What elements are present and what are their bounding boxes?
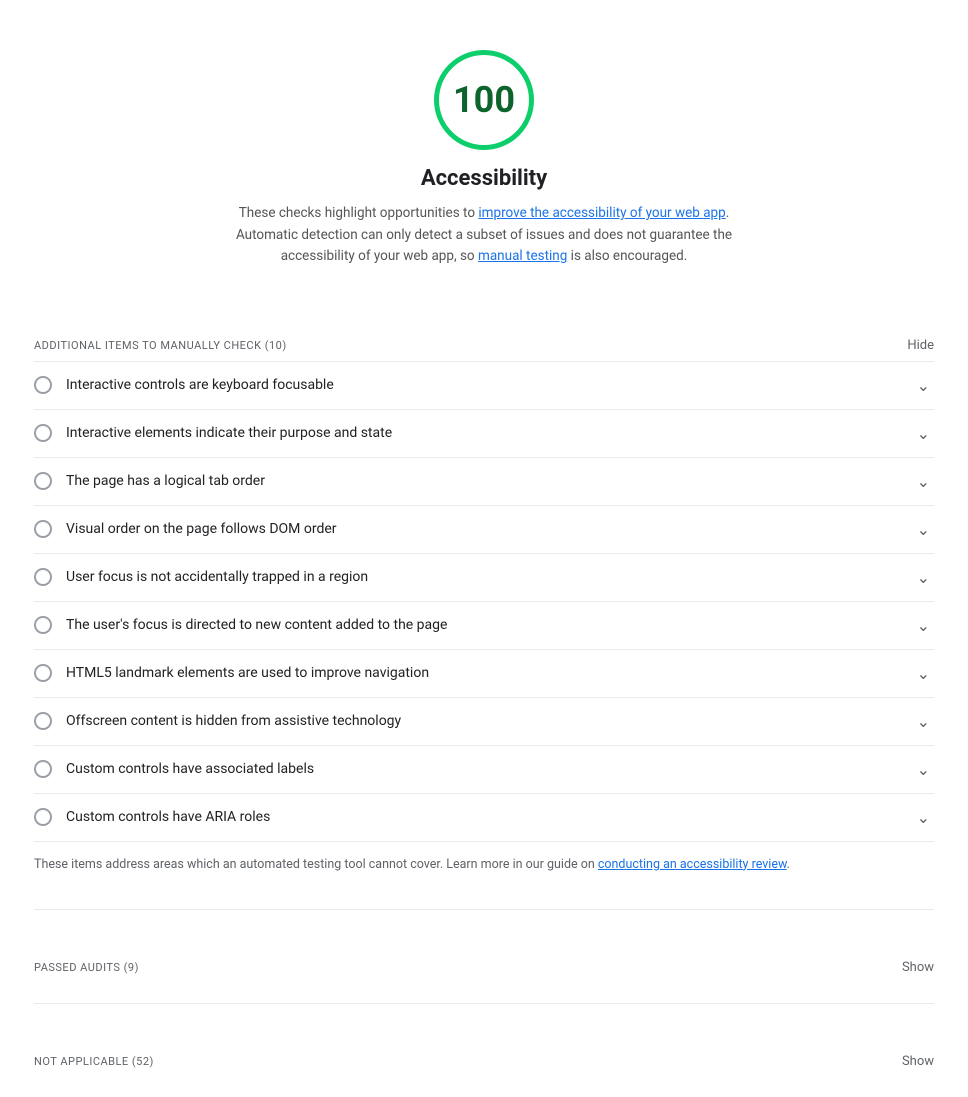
audit-item-landmark-elements[interactable]: HTML5 landmark elements are used to impr… bbox=[34, 650, 934, 698]
score-title: Accessibility bbox=[421, 166, 547, 191]
manual-check-section-header: ADDITIONAL ITEMS TO MANUALLY CHECK (10) … bbox=[34, 318, 934, 361]
audit-item-focus-new-content[interactable]: The user's focus is directed to new cont… bbox=[34, 602, 934, 650]
chevron-down-icon: ⌄ bbox=[913, 568, 934, 587]
score-value: 100 bbox=[453, 79, 515, 121]
not-applicable-title: NOT APPLICABLE (52) bbox=[34, 1055, 154, 1068]
passed-audits-title-text: PASSED AUDITS bbox=[34, 961, 120, 974]
score-section: 100 Accessibility These checks highlight… bbox=[34, 20, 934, 288]
audit-status-icon bbox=[34, 616, 52, 634]
audit-label: The page has a logical tab order bbox=[66, 473, 265, 489]
audit-status-icon bbox=[34, 712, 52, 730]
chevron-down-icon: ⌄ bbox=[913, 376, 934, 395]
not-applicable-title-text: NOT APPLICABLE bbox=[34, 1055, 129, 1068]
not-applicable-section: NOT APPLICABLE (52) Show bbox=[34, 1003, 934, 1077]
audit-label: Custom controls have associated labels bbox=[66, 761, 314, 777]
description-post: is also encouraged. bbox=[567, 248, 687, 264]
passed-audits-count: (9) bbox=[124, 961, 139, 974]
audit-status-icon bbox=[34, 424, 52, 442]
passed-audits-header: PASSED AUDITS (9) Show bbox=[34, 940, 934, 983]
audit-status-icon bbox=[34, 760, 52, 778]
chevron-down-icon: ⌄ bbox=[913, 616, 934, 635]
audit-list: Interactive controls are keyboard focusa… bbox=[34, 361, 934, 842]
chevron-down-icon: ⌄ bbox=[913, 424, 934, 443]
audit-status-icon bbox=[34, 520, 52, 538]
audit-status-icon bbox=[34, 472, 52, 490]
audit-label: Offscreen content is hidden from assisti… bbox=[66, 713, 401, 729]
audit-label: Visual order on the page follows DOM ord… bbox=[66, 521, 337, 537]
description-pre: These checks highlight opportunities to bbox=[239, 205, 479, 221]
audit-item-aria-roles[interactable]: Custom controls have ARIA roles ⌄ bbox=[34, 794, 934, 842]
audit-item-keyboard-focusable[interactable]: Interactive controls are keyboard focusa… bbox=[34, 362, 934, 410]
passed-audits-section: PASSED AUDITS (9) Show bbox=[34, 909, 934, 983]
chevron-down-icon: ⌄ bbox=[913, 520, 934, 539]
audit-item-tab-order[interactable]: The page has a logical tab order ⌄ bbox=[34, 458, 934, 506]
audit-item-dom-order[interactable]: Visual order on the page follows DOM ord… bbox=[34, 506, 934, 554]
chevron-down-icon: ⌄ bbox=[913, 712, 934, 731]
audit-label: Interactive elements indicate their purp… bbox=[66, 425, 392, 441]
hide-manual-button[interactable]: Hide bbox=[907, 338, 934, 353]
manual-note: These items address areas which an autom… bbox=[34, 842, 934, 889]
audit-status-icon bbox=[34, 664, 52, 682]
chevron-down-icon: ⌄ bbox=[913, 472, 934, 491]
chevron-down-icon: ⌄ bbox=[913, 760, 934, 779]
audit-label: Interactive controls are keyboard focusa… bbox=[66, 377, 334, 393]
audit-item-focus-trap[interactable]: User focus is not accidentally trapped i… bbox=[34, 554, 934, 602]
audit-label: The user's focus is directed to new cont… bbox=[66, 617, 447, 633]
improve-accessibility-link[interactable]: improve the accessibility of your web ap… bbox=[478, 205, 725, 221]
manual-note-post: . bbox=[787, 857, 790, 872]
audit-item-purpose-state[interactable]: Interactive elements indicate their purp… bbox=[34, 410, 934, 458]
manual-check-title-text: ADDITIONAL ITEMS TO MANUALLY CHECK bbox=[34, 339, 262, 352]
chevron-down-icon: ⌄ bbox=[913, 808, 934, 827]
audit-status-icon bbox=[34, 568, 52, 586]
show-passed-button[interactable]: Show bbox=[902, 960, 934, 975]
show-not-applicable-button[interactable]: Show bbox=[902, 1054, 934, 1069]
audit-status-icon bbox=[34, 808, 52, 826]
not-applicable-count: (52) bbox=[132, 1055, 154, 1068]
audit-label: User focus is not accidentally trapped i… bbox=[66, 569, 368, 585]
audit-item-offscreen-content[interactable]: Offscreen content is hidden from assisti… bbox=[34, 698, 934, 746]
audit-label: Custom controls have ARIA roles bbox=[66, 809, 270, 825]
manual-check-title: ADDITIONAL ITEMS TO MANUALLY CHECK (10) bbox=[34, 339, 287, 352]
passed-audits-title: PASSED AUDITS (9) bbox=[34, 961, 139, 974]
manual-testing-link[interactable]: manual testing bbox=[478, 248, 567, 264]
manual-note-pre: These items address areas which an autom… bbox=[34, 857, 598, 872]
audit-status-icon bbox=[34, 376, 52, 394]
score-circle: 100 bbox=[434, 50, 534, 150]
accessibility-review-link[interactable]: conducting an accessibility review bbox=[598, 857, 787, 872]
audit-label: HTML5 landmark elements are used to impr… bbox=[66, 665, 429, 681]
audit-item-associated-labels[interactable]: Custom controls have associated labels ⌄ bbox=[34, 746, 934, 794]
chevron-down-icon: ⌄ bbox=[913, 664, 934, 683]
manual-check-count: (10) bbox=[265, 339, 287, 352]
not-applicable-header: NOT APPLICABLE (52) Show bbox=[34, 1034, 934, 1077]
score-description: These checks highlight opportunities to … bbox=[234, 203, 734, 268]
